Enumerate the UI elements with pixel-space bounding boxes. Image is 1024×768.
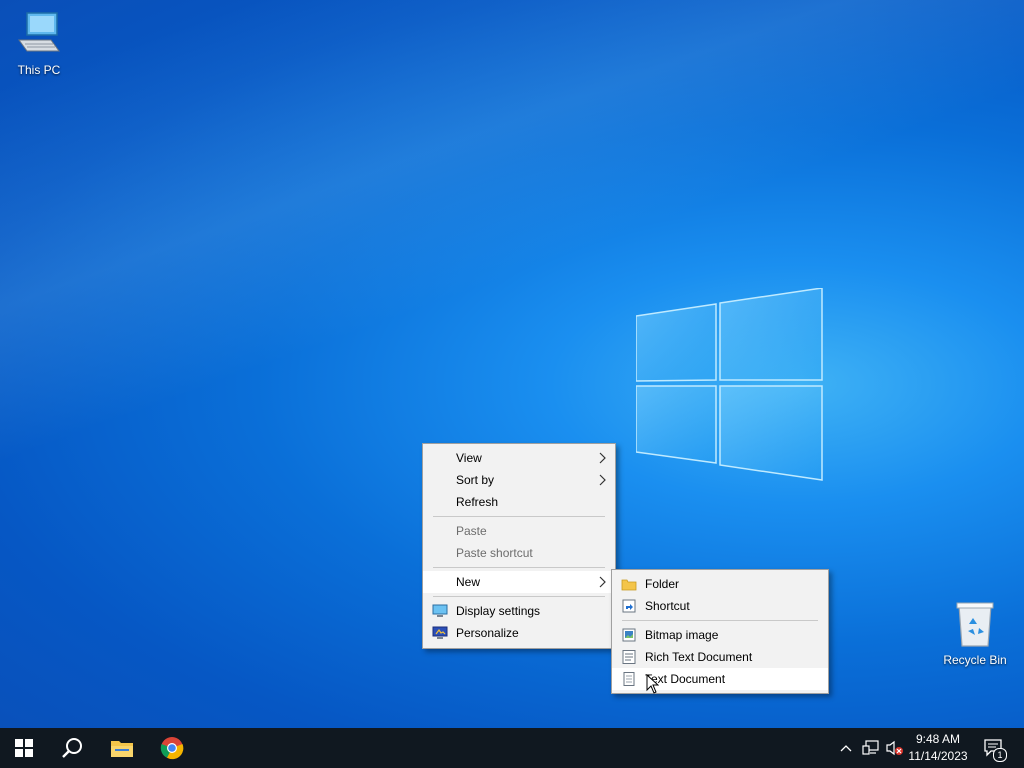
menu-item-label: Personalize: [456, 626, 519, 640]
windows-logo-wallpaper: [636, 288, 823, 481]
menu-item-display-settings[interactable]: Display settings: [423, 600, 615, 622]
start-icon: [15, 739, 33, 757]
chrome-button[interactable]: [148, 728, 196, 768]
menu-item-label: Refresh: [456, 495, 499, 509]
menu-item-paste: Paste: [423, 520, 615, 542]
submenu-item-bitmap-image[interactable]: Bitmap image: [612, 624, 828, 646]
rich-text-icon: [622, 650, 636, 664]
menu-item-refresh[interactable]: Refresh: [423, 491, 615, 513]
text-document-icon: [623, 672, 635, 686]
submenu-item-text-document[interactable]: Text Document: [612, 668, 828, 690]
menu-item-label: Shortcut: [645, 599, 690, 613]
this-pc-icon: [18, 12, 60, 52]
chevron-right-icon: [599, 474, 606, 486]
chrome-icon: [160, 737, 184, 760]
desktop-icon-this-pc[interactable]: This PC: [1, 10, 77, 77]
mouse-cursor-icon: [646, 674, 659, 694]
recycle-bin-icon: [956, 602, 994, 647]
menu-item-view[interactable]: View: [423, 447, 615, 469]
menu-separator: [433, 596, 605, 597]
folder-icon: [621, 579, 637, 591]
menu-separator: [622, 620, 818, 621]
menu-separator: [433, 516, 605, 517]
search-icon: [62, 738, 82, 758]
menu-item-label: Rich Text Document: [645, 650, 753, 664]
menu-item-label: Sort by: [456, 473, 495, 487]
menu-item-label: Display settings: [456, 604, 541, 618]
bitmap-icon: [622, 628, 636, 642]
menu-item-label: Bitmap image: [645, 628, 719, 642]
menu-item-label: Folder: [645, 577, 680, 591]
menu-separator: [433, 567, 605, 568]
menu-item-label: Paste shortcut: [456, 546, 533, 560]
menu-item-paste-shortcut: Paste shortcut: [423, 542, 615, 564]
search-button[interactable]: [48, 728, 96, 768]
menu-item-personalize[interactable]: Personalize: [423, 622, 615, 644]
network-tray-button[interactable]: [860, 728, 882, 768]
system-clock[interactable]: 9:48 AM 11/14/2023: [902, 731, 974, 765]
show-hidden-icons-button[interactable]: [836, 728, 856, 768]
display-settings-icon: [432, 604, 448, 617]
chevron-right-icon: [599, 452, 606, 464]
personalize-icon: [432, 626, 448, 639]
menu-item-label: New: [456, 575, 481, 589]
file-explorer-button[interactable]: [98, 728, 146, 768]
network-icon: [862, 740, 879, 755]
menu-item-label: Paste: [456, 524, 487, 538]
notification-count-badge: 1: [993, 748, 1007, 762]
menu-item-label: View: [456, 451, 482, 465]
menu-item-new[interactable]: New: [423, 571, 615, 593]
desktop-icon-label: Recycle Bin: [943, 653, 1007, 667]
desktop[interactable]: This PC Recycle Bin View Sort by Refresh…: [0, 0, 1024, 728]
desktop-icon-label: This PC: [17, 63, 61, 77]
taskbar: 9:48 AM 11/14/2023 1: [0, 728, 1024, 768]
clock-date: 11/14/2023: [908, 749, 968, 763]
start-button[interactable]: [0, 728, 48, 768]
chevron-up-icon: [840, 745, 852, 752]
menu-item-sort-by[interactable]: Sort by: [423, 469, 615, 491]
submenu-item-folder[interactable]: Folder: [612, 573, 828, 595]
shortcut-icon: [622, 599, 636, 613]
desktop-icon-recycle-bin[interactable]: Recycle Bin: [937, 600, 1013, 667]
desktop-context-menu: View Sort by Refresh Paste Paste shortcu…: [422, 443, 616, 649]
clock-time: 9:48 AM: [915, 732, 961, 746]
action-center-button[interactable]: 1: [980, 728, 1008, 768]
chevron-right-icon: [599, 576, 606, 588]
submenu-item-rich-text-document[interactable]: Rich Text Document: [612, 646, 828, 668]
new-submenu: Folder Shortcut Bitmap image Rich Text D…: [611, 569, 829, 694]
file-explorer-icon: [111, 741, 133, 757]
submenu-item-shortcut[interactable]: Shortcut: [612, 595, 828, 617]
